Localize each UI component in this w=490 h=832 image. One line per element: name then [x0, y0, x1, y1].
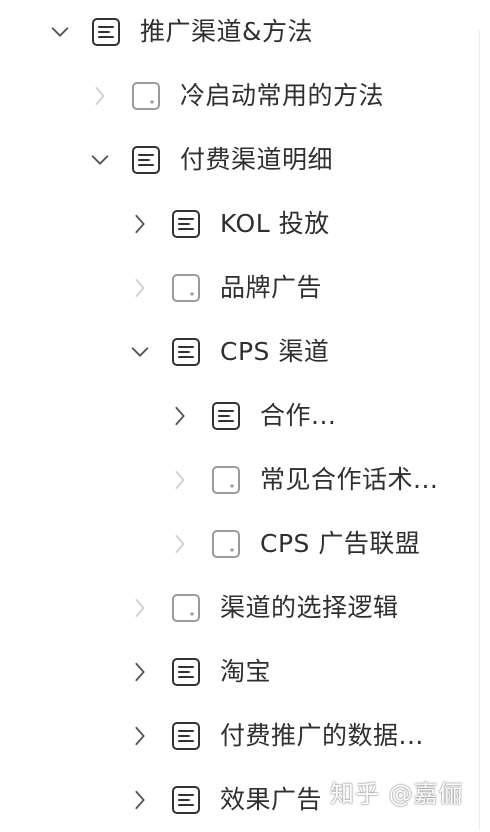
tree-item-label: 冷启动常用的方法: [180, 81, 385, 110]
tree-item[interactable]: 付费渠道明细: [0, 128, 470, 192]
tree-item[interactable]: 付费推广的数据...: [0, 704, 470, 768]
empty-page-icon: [170, 592, 202, 624]
watermark: 知乎 @嘉俪: [330, 780, 464, 808]
tree-item[interactable]: CPS 广告联盟: [0, 512, 470, 576]
chevron-right-icon[interactable]: [164, 400, 196, 432]
tree-item-label: CPS 渠道: [220, 337, 330, 366]
doc-lines-icon: [130, 144, 162, 176]
empty-page-icon: [210, 464, 242, 496]
tree-item[interactable]: 淘宝: [0, 640, 470, 704]
tree-item-label: KOL 投放: [220, 209, 330, 238]
chevron-right-icon[interactable]: [124, 784, 156, 816]
tree-item[interactable]: 常见合作话术...: [0, 448, 470, 512]
tree-item-label: 淘宝: [220, 657, 272, 686]
chevron-right-icon[interactable]: [124, 656, 156, 688]
empty-page-icon: [170, 272, 202, 304]
chevron-right-icon[interactable]: [124, 720, 156, 752]
doc-lines-icon: [170, 656, 202, 688]
chevron-right-icon[interactable]: [164, 464, 196, 496]
tree-item[interactable]: 渠道的选择逻辑: [0, 576, 470, 640]
doc-lines-icon: [90, 16, 122, 48]
chevron-down-icon[interactable]: [124, 336, 156, 368]
doc-lines-icon: [170, 208, 202, 240]
tree-item-label: 常见合作话术...: [260, 465, 439, 494]
tree-item-label: 效果广告: [220, 785, 323, 814]
chevron-right-icon[interactable]: [124, 592, 156, 624]
tree-item[interactable]: 冷启动常用的方法: [0, 64, 470, 128]
tree-item[interactable]: 推广渠道&方法: [0, 0, 470, 64]
tree-item-label: 推广渠道&方法: [140, 17, 313, 46]
chevron-down-icon[interactable]: [84, 144, 116, 176]
tree-item-label: 付费渠道明细: [180, 145, 334, 174]
chevron-down-icon[interactable]: [44, 16, 76, 48]
empty-page-icon: [130, 80, 162, 112]
tree-item[interactable]: CPS 渠道: [0, 320, 470, 384]
tree-item[interactable]: KOL 投放: [0, 192, 470, 256]
tree-item-label: CPS 广告联盟: [260, 529, 421, 558]
doc-lines-icon: [170, 336, 202, 368]
chevron-right-icon[interactable]: [124, 208, 156, 240]
tree-item-label: 渠道的选择逻辑: [220, 593, 399, 622]
tree-item[interactable]: 合作...: [0, 384, 470, 448]
scrollbar-track[interactable]: [479, 30, 490, 830]
empty-page-icon: [210, 528, 242, 560]
chevron-right-icon[interactable]: [124, 272, 156, 304]
tree-item[interactable]: 品牌广告: [0, 256, 470, 320]
doc-lines-icon: [210, 400, 242, 432]
doc-lines-icon: [170, 720, 202, 752]
outline-tree: 推广渠道&方法冷启动常用的方法 付费渠道明细 KOL 投放 品牌广告 CPS 渠道合作.…: [0, 0, 490, 832]
chevron-right-icon[interactable]: [84, 80, 116, 112]
tree-item-label: 付费推广的数据...: [220, 721, 424, 750]
doc-lines-icon: [170, 784, 202, 816]
tree-item-label: 品牌广告: [220, 273, 323, 302]
tree-item-label: 合作...: [260, 401, 337, 430]
chevron-right-icon[interactable]: [164, 528, 196, 560]
